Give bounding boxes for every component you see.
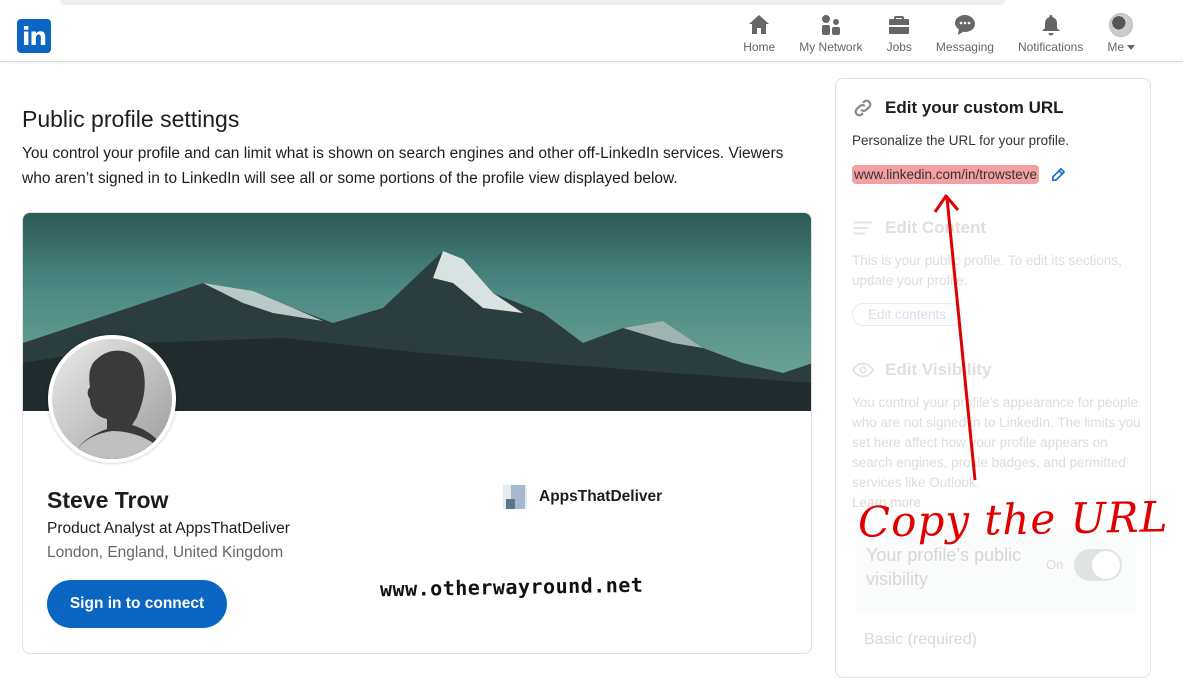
custom-url-value[interactable]: www.linkedin.com/in/trowsteve [852,165,1040,184]
profile-name: Steve Trow [47,487,169,513]
chat-icon [954,15,975,35]
settings-sidebar: Edit your custom URL Personalize the URL… [835,78,1151,678]
nav-jobs-label: Jobs [886,40,912,54]
pencil-edit-icon[interactable] [1051,167,1066,182]
public-visibility-label: Your profile’s public visibility [866,545,1022,589]
toggle-knob [1092,551,1120,579]
basic-required-label: Basic (required) [864,631,977,648]
edit-content-heading: Edit Content [852,217,1142,239]
nav-me-label: Me [1107,40,1135,54]
main-content: Public profile settings You control your… [22,100,812,191]
caret-down-icon [1127,45,1135,51]
home-icon [749,15,770,34]
edit-visibility-description: You control your profile’s appearance fo… [852,395,1141,490]
page-description: You control your profile and can limit w… [22,145,784,187]
custom-url-section: Edit your custom URL Personalize the URL… [852,97,1142,184]
nav-me[interactable]: Me [1095,13,1147,54]
me-label-text: Me [1107,40,1124,54]
nav-items: Home My Network Jobs Messaging Notificat… [731,13,1147,54]
watermark-text: www.otherwayround.net [379,572,644,602]
custom-url-heading: Edit your custom URL [852,97,1142,119]
briefcase-icon [889,16,910,34]
avatar-icon [1109,13,1134,37]
profile-headline: Product Analyst at AppsThatDeliver [47,520,290,537]
company-logo-icon [503,485,527,509]
toggle-state-label: On [1046,557,1064,572]
profile-photo [48,335,176,463]
edit-content-section: Edit Content This is your public profile… [852,217,1142,326]
public-visibility-toggle[interactable] [1074,549,1122,581]
nav-notifications-label: Notifications [1017,40,1084,54]
profile-location: London, England, United Kingdom [47,544,284,561]
nav-home-label: Home [743,40,776,54]
edit-content-description: This is your public profile. To edit its… [852,253,1122,288]
custom-url-title: Edit your custom URL [885,98,1064,117]
current-company[interactable]: AppsThatDeliver [503,485,662,509]
sign-in-to-connect-button[interactable]: Sign in to connect [47,580,227,628]
nav-jobs[interactable]: Jobs [875,13,924,54]
bell-icon [1041,15,1060,36]
edit-visibility-section: Edit Visibility You control your profile… [852,359,1142,510]
nav-home[interactable]: Home [731,13,787,54]
page-title: Public profile settings [22,106,240,132]
nav-my-network[interactable]: My Network [787,13,874,54]
linkedin-logo[interactable]: in [17,19,51,53]
custom-url-row: www.linkedin.com/in/trowsteve [852,165,1142,184]
nav-my-network-label: My Network [799,40,863,54]
network-icon [821,15,840,35]
nav-messaging-label: Messaging [935,40,994,54]
annotation-callout: Copy the URL [857,492,1169,547]
nav-messaging[interactable]: Messaging [924,13,1006,54]
edit-contents-button[interactable]: Edit contents [852,303,963,326]
custom-url-description: Personalize the URL for your profile. [852,133,1070,148]
top-navbar: in Home My Network Jobs Messaging Notifi… [0,5,1183,62]
eye-icon [852,362,874,378]
nav-notifications[interactable]: Notifications [1006,13,1095,54]
edit-visibility-heading: Edit Visibility [852,359,1142,381]
link-icon [854,99,872,117]
company-name: AppsThatDeliver [539,488,663,505]
edit-content-title: Edit Content [885,218,987,237]
edit-visibility-title: Edit Visibility [885,360,992,379]
person-silhouette-icon [72,350,167,459]
lines-icon [853,221,873,235]
